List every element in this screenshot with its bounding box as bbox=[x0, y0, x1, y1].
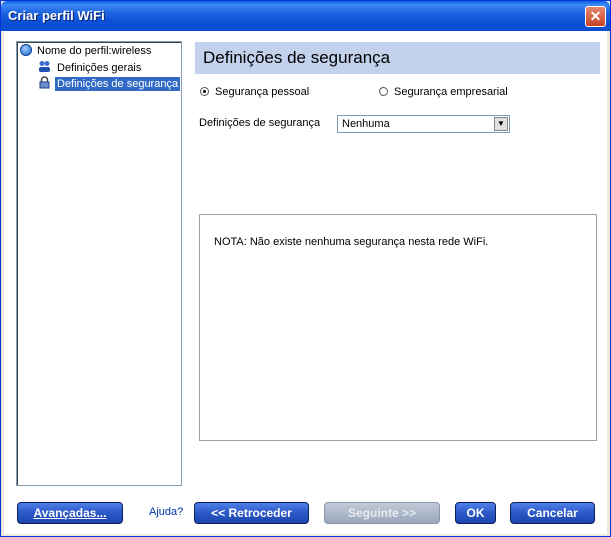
section-header: Definições de segurança bbox=[195, 42, 600, 74]
wifi-globe-icon bbox=[20, 44, 32, 56]
ok-button[interactable]: OK bbox=[455, 502, 496, 524]
radio-personal-label: Segurança pessoal bbox=[215, 86, 310, 98]
profile-tree: Nome do perfil:wireless Definições gerai… bbox=[16, 41, 182, 486]
radio-enterprise-label: Segurança empresarial bbox=[394, 86, 508, 98]
tree-item-security-label: Definições de segurança bbox=[55, 77, 181, 91]
advanced-button[interactable]: Avançadas... bbox=[17, 502, 123, 524]
security-settings-select[interactable]: Nenhuma ▼ bbox=[337, 115, 510, 133]
note-text: NOTA: Não existe nenhuma segurança nesta… bbox=[214, 236, 489, 248]
window-title: Criar perfil WiFi bbox=[8, 8, 105, 23]
section-title: Definições de segurança bbox=[203, 48, 391, 67]
radio-dot-selected bbox=[200, 87, 209, 96]
note-box: NOTA: Não existe nenhuma segurança nesta… bbox=[199, 214, 597, 441]
lock-icon bbox=[39, 76, 50, 89]
cancel-button[interactable]: Cancelar bbox=[510, 502, 595, 524]
help-link[interactable]: Ajuda? bbox=[149, 506, 183, 518]
radio-dot-unselected bbox=[379, 87, 388, 96]
dialog-body: Nome do perfil:wireless Definições gerai… bbox=[4, 31, 607, 534]
chevron-down-icon[interactable]: ▼ bbox=[494, 117, 508, 131]
close-button[interactable]: ✕ bbox=[585, 6, 606, 27]
tree-item-general[interactable]: Definições gerais bbox=[38, 60, 143, 74]
users-icon bbox=[39, 61, 50, 72]
tree-item-security[interactable]: Definições de segurança bbox=[38, 76, 181, 91]
title-bar: Criar perfil WiFi ✕ bbox=[1, 1, 610, 31]
next-button[interactable]: Seguinte >> bbox=[324, 502, 440, 524]
select-value: Nenhuma bbox=[342, 118, 390, 130]
back-button[interactable]: << Retroceder bbox=[194, 502, 309, 524]
radio-enterprise-security[interactable]: Segurança empresarial bbox=[379, 85, 508, 99]
dialog-window: Criar perfil WiFi ✕ Nome do perfil:wirel… bbox=[0, 0, 611, 537]
security-settings-label: Definições de segurança bbox=[199, 117, 321, 129]
radio-personal-security[interactable]: Segurança pessoal bbox=[200, 85, 309, 99]
tree-root[interactable]: Nome do perfil:wireless bbox=[20, 44, 153, 58]
tree-root-label: Nome do perfil:wireless bbox=[37, 45, 152, 57]
tree-item-general-label: Definições gerais bbox=[57, 62, 142, 74]
